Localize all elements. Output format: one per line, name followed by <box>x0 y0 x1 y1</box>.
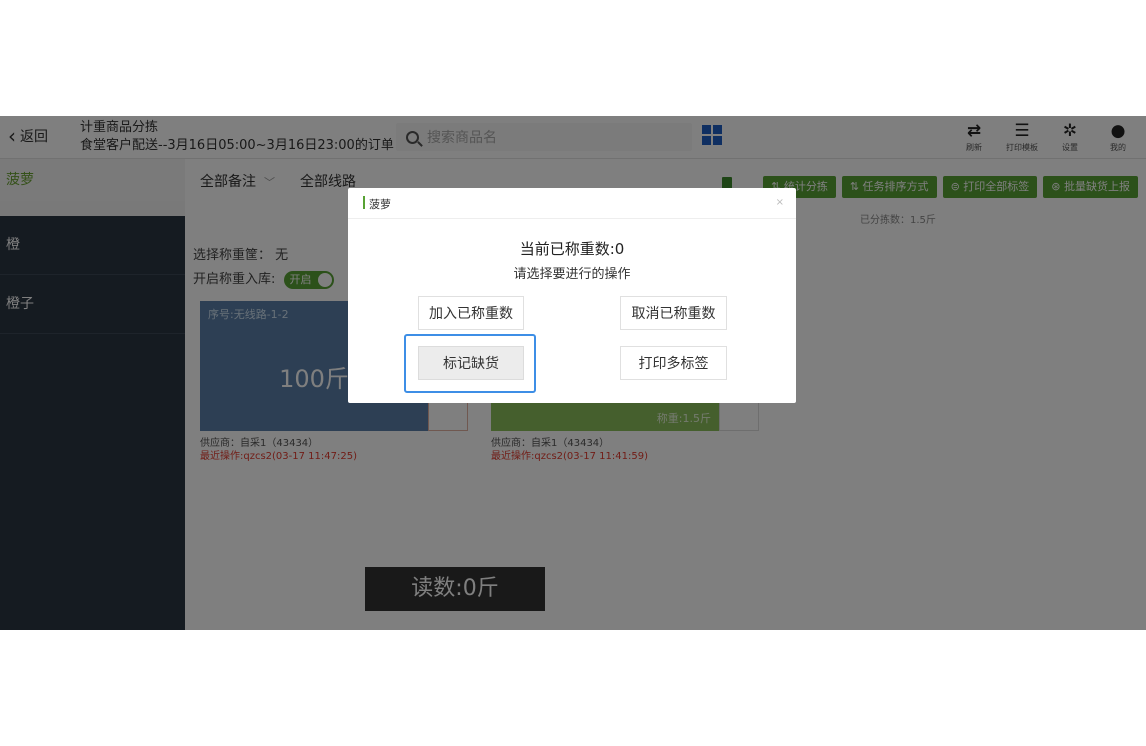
title-accent-bar <box>363 196 365 209</box>
cancel-weighed-button[interactable]: 取消已称重数 <box>620 296 727 330</box>
weighed-count: 当前已称重数:0 <box>519 240 625 258</box>
dialog-hint: 请选择要进行的操作 <box>513 267 631 282</box>
print-multi-label-button[interactable]: 打印多标签 <box>620 346 727 380</box>
app-window: ‹ 返回 计重商品分拣 食堂客户配送--3月16日05:00~3月16日23:0… <box>0 116 1146 630</box>
dialog-title: 菠萝 <box>369 198 391 211</box>
dialog-header: 菠萝 × <box>348 188 796 219</box>
add-weighed-button[interactable]: 加入已称重数 <box>418 296 524 330</box>
mark-shortage-button[interactable]: 标记缺货 <box>418 346 524 380</box>
close-icon[interactable]: × <box>776 197 784 208</box>
operation-dialog: 菠萝 × 当前已称重数:0 请选择要进行的操作 加入已称重数 取消已称重数 标记… <box>348 188 796 403</box>
